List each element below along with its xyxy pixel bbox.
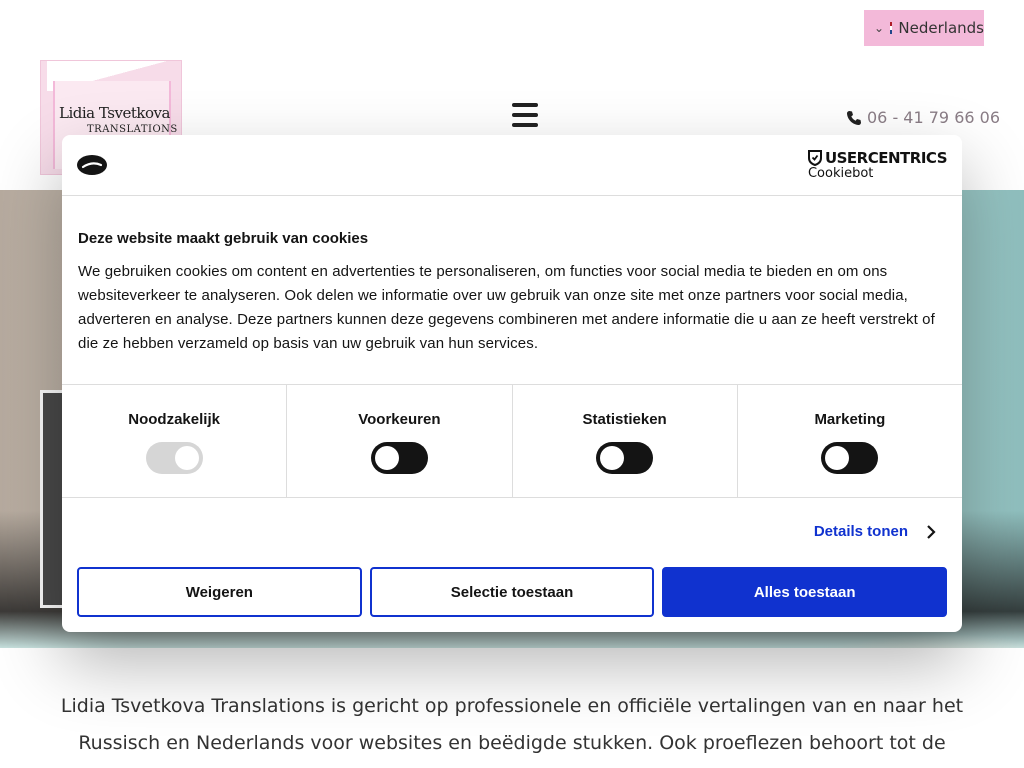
language-switcher[interactable]: ⌄ Nederlands: [864, 10, 984, 46]
intro-text: Lidia Tsvetkova Translations is gericht …: [60, 695, 964, 754]
language-label: Nederlands: [898, 19, 984, 37]
usercentrics-logo[interactable]: USERCENTRICS Cookiebot: [807, 149, 948, 181]
menu-icon[interactable]: [512, 103, 538, 127]
deny-button[interactable]: Weigeren: [77, 567, 362, 617]
phone-icon: [847, 110, 861, 125]
category-label: Noodzakelijk: [128, 411, 220, 428]
chevron-right-icon: [927, 524, 936, 539]
category-marketing[interactable]: Marketing: [738, 385, 962, 497]
allow-all-button[interactable]: Alles toestaan: [662, 567, 948, 617]
chevron-down-icon: ⌄: [874, 21, 885, 35]
cookie-consent-dialog: USERCENTRICS Cookiebot Deze website maak…: [62, 135, 962, 632]
netherlands-flag-icon: [890, 22, 893, 34]
toggle-statistics[interactable]: [596, 442, 654, 474]
phone-number: 06 - 41 79 66 06: [867, 108, 1000, 127]
details-label: Details tonen: [813, 523, 908, 540]
cookie-categories: Noodzakelijk Voorkeuren Statistieken Mar…: [62, 385, 962, 498]
dialog-header: USERCENTRICS Cookiebot: [62, 135, 962, 196]
dialog-buttons: Weigeren Selectie toestaan Alles toestaa…: [77, 567, 948, 617]
cookiebot-label: Cookiebot: [807, 166, 874, 181]
phone-link[interactable]: 06 - 41 79 66 06: [846, 108, 1000, 127]
toggle-marketing[interactable]: [821, 442, 879, 474]
toggle-preferences[interactable]: [370, 442, 428, 474]
usercentrics-brand: USERCENTRICS: [824, 149, 948, 167]
category-label: Statistieken: [582, 411, 667, 428]
category-statistics[interactable]: Statistieken: [513, 385, 738, 497]
dialog-title: Deze website maakt gebruik van cookies: [78, 230, 369, 247]
shield-icon: [807, 150, 822, 166]
dialog-text: We gebruiken cookies om content en adver…: [78, 263, 935, 352]
cookiebot-logo-icon: [77, 155, 107, 175]
category-preferences[interactable]: Voorkeuren: [287, 385, 513, 497]
logo-name: Lidia Tsvetkova: [59, 104, 170, 122]
dialog-body: Deze website maakt gebruik van cookies W…: [62, 196, 962, 385]
category-label: Voorkeuren: [358, 411, 441, 428]
toggle-necessary: [145, 442, 203, 474]
category-necessary: Noodzakelijk: [62, 385, 288, 497]
category-label: Marketing: [814, 411, 886, 428]
allow-selection-button[interactable]: Selectie toestaan: [369, 567, 655, 617]
details-link[interactable]: Details tonen: [814, 523, 936, 540]
